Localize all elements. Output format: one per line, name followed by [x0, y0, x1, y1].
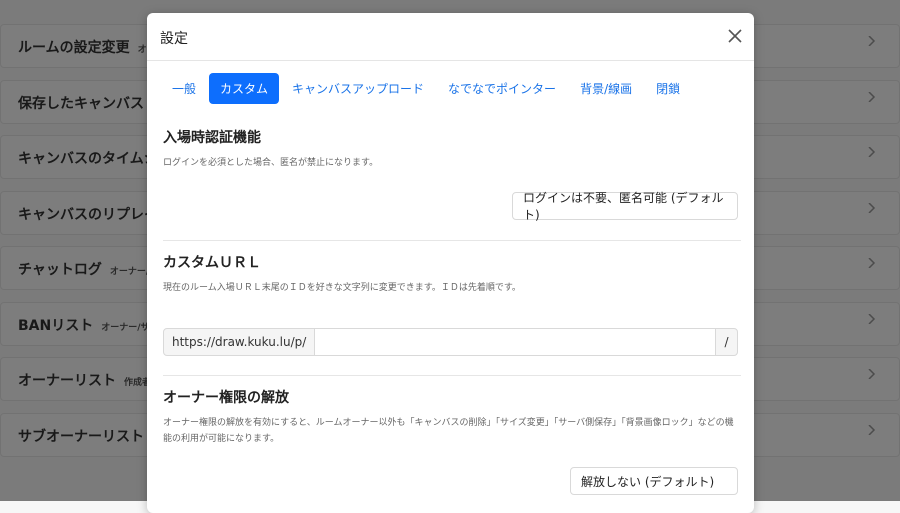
auth-mode-button[interactable]: ログインは不要、匿名可能 (デフォルト) — [512, 191, 738, 222]
modal-title: 設定 — [160, 31, 188, 47]
tab-canvas-upload[interactable]: キャンバスアップロード — [281, 73, 435, 104]
section-description: ログインを必須とした場合、匿名が禁止になります。 — [163, 158, 379, 168]
section-description: オーナー権限の解放を有効にすると、ルームオーナー以外も「キャンバスの削除」「サイ… — [163, 418, 734, 444]
divider — [163, 240, 741, 241]
tab-background-lineart[interactable]: 背景/線画 — [569, 73, 643, 104]
custom-url-section: カスタムＵＲＬ 現在のルーム入場ＵＲＬ末尾のＩＤを好きな文字列に変更できます。Ｉ… — [163, 252, 738, 296]
tab-nadenade-pointer[interactable]: なでなでポインター — [437, 73, 567, 104]
auth-section: 入場時認証機能 ログインを必須とした場合、匿名が禁止になります。 — [163, 127, 738, 171]
url-prefix: https://draw.kuku.lu/p/ — [163, 328, 316, 356]
tab-bar: 一般 カスタム キャンバスアップロード なでなでポインター 背景/線画 閉鎖 — [161, 72, 693, 104]
settings-modal: 設定 一般 カスタム キャンバスアップロード なでなでポインター 背景/線画 閉… — [147, 13, 754, 513]
section-title: カスタムＵＲＬ — [163, 255, 261, 271]
custom-url-input-group: https://draw.kuku.lu/p/ / — [163, 328, 738, 356]
tab-custom[interactable]: カスタム — [209, 72, 280, 104]
divider — [163, 375, 741, 376]
custom-url-input[interactable] — [315, 328, 715, 356]
owner-permission-button[interactable]: 解放しない (デフォルト) — [570, 467, 738, 495]
section-title: 入場時認証機能 — [163, 130, 261, 146]
url-suffix: / — [715, 328, 738, 356]
tab-close-room[interactable]: 閉鎖 — [645, 73, 691, 104]
section-title: オーナー権限の解放 — [163, 390, 289, 406]
close-icon[interactable] — [726, 27, 744, 45]
owner-permission-section: オーナー権限の解放 オーナー権限の解放を有効にすると、ルームオーナー以外も「キャ… — [163, 387, 738, 447]
tab-general[interactable]: 一般 — [161, 73, 207, 104]
modal-header: 設定 — [147, 13, 754, 61]
section-description: 現在のルーム入場ＵＲＬ末尾のＩＤを好きな文字列に変更できます。ＩＤは先着順です。 — [163, 283, 521, 293]
